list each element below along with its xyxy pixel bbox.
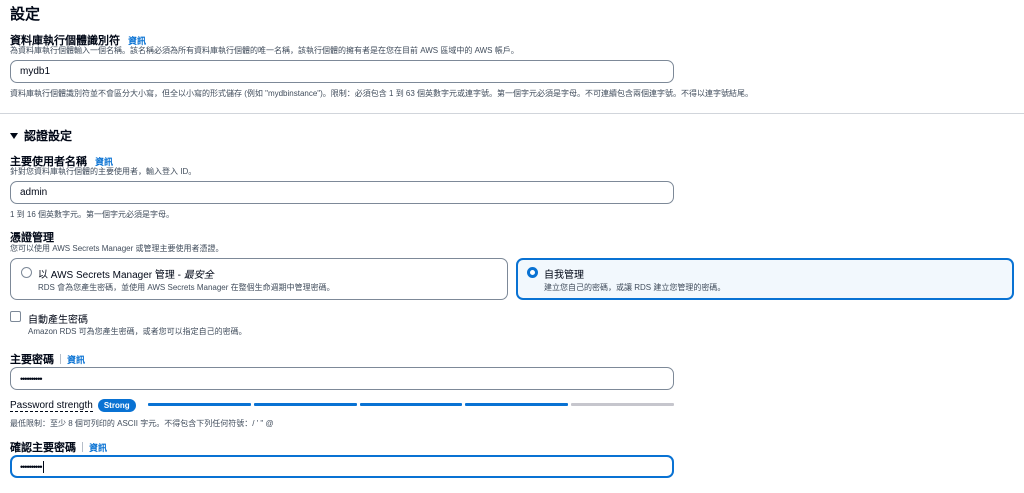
- master-password-label-row: 主要密碼 資訊: [10, 350, 85, 368]
- strength-segment: [465, 403, 569, 406]
- secrets-manager-radio[interactable]: [21, 267, 32, 278]
- self-managed-option-description: 建立您自己的密碼，或讓 RDS 建立您管理的密碼。: [544, 283, 726, 292]
- confirm-password-info-link[interactable]: 資訊: [89, 443, 107, 453]
- strength-segment: [359, 403, 463, 406]
- secrets-manager-option-title: 以 AWS Secrets Manager 管理 - 最安全: [38, 266, 214, 281]
- self-managed-option-title: 自我管理: [544, 270, 584, 281]
- password-constraint: 最低限制：至少 8 個可列印的 ASCII 字元。不得包含下列任何符號：/ ' …: [10, 419, 274, 428]
- secrets-manager-title-text: 以 AWS Secrets Manager 管理 -: [38, 270, 184, 281]
- confirm-password-label: 確認主要密碼: [10, 442, 76, 454]
- credentials-section-title: 認證設定: [24, 129, 73, 143]
- master-username-value: admin: [20, 187, 48, 198]
- instance-identifier-constraint: 資料庫執行個體識別符並不會區分大小寫，但全以小寫的形式儲存 (例如 "mydbi…: [10, 89, 754, 98]
- strength-segment: [148, 403, 251, 406]
- strength-segment: [253, 403, 357, 406]
- password-strength-meter: [148, 403, 674, 406]
- instance-identifier-description: 為資料庫執行個體輸入一個名稱。該名稱必須為所有資料庫執行個體的唯一名稱，該執行個…: [10, 46, 519, 55]
- caret-down-icon: [10, 132, 18, 139]
- self-managed-radio[interactable]: [527, 267, 538, 278]
- master-username-description: 針對您資料庫執行個體的主要使用者，輸入登入 ID。: [10, 167, 197, 176]
- auto-generate-password-label[interactable]: 自動產生密碼: [28, 311, 88, 326]
- password-strength-badge: Strong: [97, 399, 136, 412]
- secrets-manager-title-emphasis: 最安全: [183, 270, 214, 281]
- password-strength-row: Password strength Strong: [10, 399, 136, 412]
- confirm-password-label-row: 確認主要密碼 資訊: [10, 438, 107, 456]
- secrets-manager-option-tile[interactable]: 以 AWS Secrets Manager 管理 - 最安全 RDS 會為您產生…: [10, 258, 508, 300]
- master-username-constraint: 1 到 16 個英數字元。第一個字元必須是字母。: [10, 210, 175, 219]
- master-password-label: 主要密碼: [10, 354, 54, 366]
- section-divider: [0, 113, 1024, 114]
- confirm-password-input[interactable]: ••••••••••: [10, 455, 674, 478]
- master-password-value: ••••••••••: [20, 373, 42, 384]
- credentials-management-description: 您可以使用 AWS Secrets Manager 或管理主要使用者憑證。: [10, 244, 224, 253]
- instance-identifier-value: mydb1: [20, 66, 51, 77]
- strength-segment: [571, 403, 674, 406]
- secrets-manager-option-description: RDS 會為您產生密碼，並使用 AWS Secrets Manager 在整個生…: [38, 283, 335, 292]
- auto-generate-password-description: Amazon RDS 可為您產生密碼，或者您可以指定自己的密碼。: [28, 327, 247, 336]
- master-password-info-link[interactable]: 資訊: [67, 355, 85, 365]
- credentials-section-toggle[interactable]: 認證設定: [10, 127, 72, 144]
- text-caret: [42, 460, 44, 473]
- auto-generate-password-checkbox[interactable]: [10, 311, 21, 322]
- info-separator: [82, 442, 83, 452]
- master-password-input[interactable]: ••••••••••: [10, 367, 674, 390]
- instance-identifier-input[interactable]: mydb1: [10, 60, 674, 83]
- info-separator: [60, 354, 61, 364]
- page-title: 設定: [10, 6, 41, 23]
- confirm-password-value: ••••••••••: [20, 461, 42, 472]
- master-username-input[interactable]: admin: [10, 181, 674, 204]
- password-strength-label: Password strength: [10, 399, 93, 412]
- self-managed-option-tile[interactable]: 自我管理 建立您自己的密碼，或讓 RDS 建立您管理的密碼。: [516, 258, 1014, 300]
